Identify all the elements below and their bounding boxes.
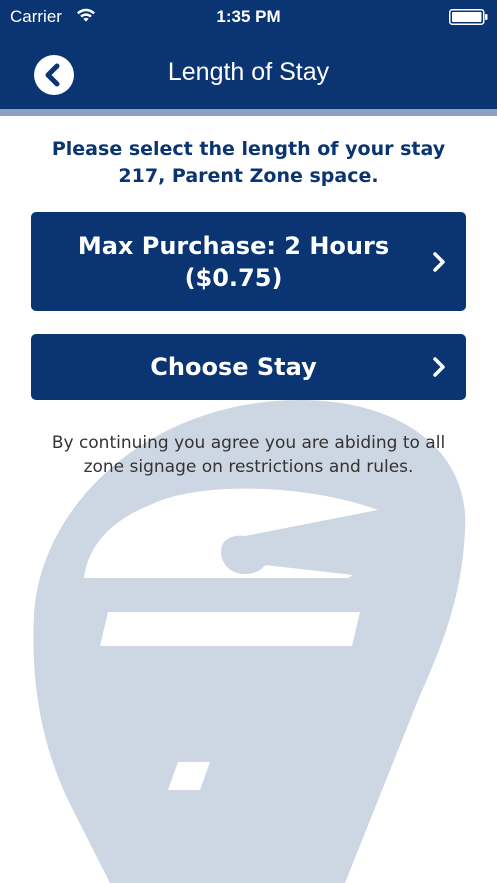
status-time: 1:35 PM [216,7,281,26]
disclaimer-line-2: zone signage on restrictions and rules. [83,457,414,477]
chevron-right-icon [433,357,445,377]
max-purchase-label: Max Purchase: 2 Hours ($0.75) [51,230,416,294]
max-purchase-duration: Max Purchase: 2 Hours [77,232,390,260]
instructions-line-2: 217, Parent Zone space. [118,165,379,187]
max-purchase-button[interactable]: Max Purchase: 2 Hours ($0.75) [31,212,466,311]
instructions-text: Please select the length of your stay 21… [20,136,477,190]
max-purchase-price: ($0.75) [184,264,283,292]
terms-disclaimer: By continuing you agree you are abiding … [20,431,477,479]
chevron-right-icon [433,252,445,272]
choose-stay-label: Choose Stay [150,353,317,381]
choose-stay-button[interactable]: Choose Stay [31,334,466,400]
disclaimer-line-1: By continuing you agree you are abiding … [51,433,446,453]
length-of-stay-screen: Carrier 1:35 PM Length of Stay Please se… [0,0,497,883]
instructions-line-1: Please select the length of your stay [51,138,446,160]
page-title: Length of Stay [167,58,330,86]
navigation-bar: Length of Stay [0,33,497,109]
status-bar: Carrier 1:35 PM [0,0,497,33]
battery-icon [449,9,488,25]
nav-accent-divider [0,109,497,116]
